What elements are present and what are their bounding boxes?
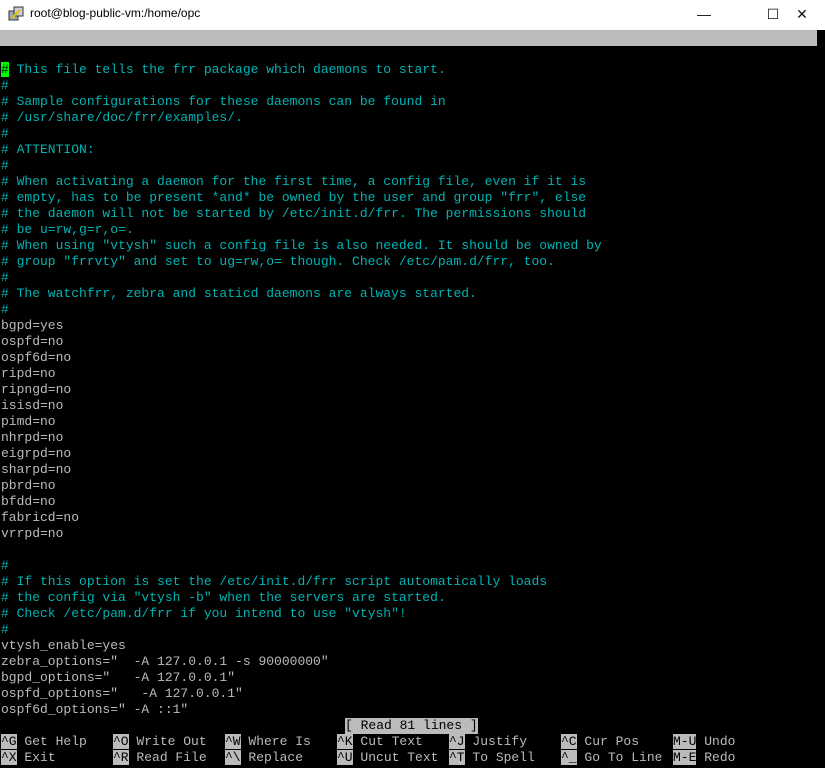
window-title: root@blog-public-vm:/home/opc [30,6,201,20]
shortcut-cut-text[interactable]: ^K Cut Text [337,734,423,750]
config-line: ospfd_options=" -A 127.0.0.1" [1,686,243,701]
shortcut-key: ^J [449,734,465,749]
comment-line: # This file tells the frr package which … [1,62,602,78]
shortcut-key: ^R [113,750,129,765]
nano-version: GNU nano 2.9.8 [17,46,127,61]
shortcut-label: Go To Line [584,750,663,765]
shortcut-label: Get Help [24,734,87,749]
config-line: vtysh_enable=yes [1,638,126,653]
comment-line: # [1,558,9,573]
config-line: bfdd=no [1,494,56,509]
shortcut-read-file[interactable]: ^R Read File [113,750,207,766]
shortcut-label: Redo [704,750,736,765]
shortcut-label: Read File [136,750,207,765]
text-cursor: # [1,62,9,77]
config-line: nhrpd=no [1,430,64,445]
config-line: ripd=no [1,366,56,381]
comment-line: # If this option is set the /etc/init.d/… [1,574,548,589]
line-text: This file tells the frr package which da… [8,62,446,77]
shortcut-key: ^\ [225,750,241,765]
shortcut-where-is[interactable]: ^W Where Is [225,734,311,750]
shortcut-label: Cur Pos [584,734,640,749]
comment-line: # The watchfrr, zebra and staticd daemon… [1,286,477,301]
nano-header: GNU nano 2.9.8 /etc/frr/daemons [0,30,817,77]
shortcut-label: Where Is [248,734,311,749]
editor-buffer[interactable]: # This file tells the frr package which … [1,62,602,718]
shortcut-label: To Spell [472,750,535,765]
shortcut-uncut-text[interactable]: ^U Uncut Text [337,750,438,766]
putty-icon [8,6,24,21]
config-line: bgpd=yes [1,318,64,333]
shortcut-key: ^K [337,734,353,749]
status-message: [ Read 81 lines ] [345,718,478,734]
comment-line: # Sample configurations for these daemon… [1,94,446,109]
shortcut-label: Replace [248,750,304,765]
comment-line: # ATTENTION: [1,142,95,157]
comment-line: # When activating a daemon for the first… [1,174,587,189]
shortcut-key: ^G [1,734,17,749]
shortcut-justify[interactable]: ^J Justify [449,734,527,750]
comment-line: # [1,78,9,93]
config-line: ospf6d_options=" -A ::1" [1,702,189,717]
config-line: fabricd=no [1,510,80,525]
shortcut-label: Cut Text [360,734,423,749]
shortcut-key: ^U [337,750,353,765]
comment-line: # be u=rw,g=r,o=. [1,222,134,237]
comment-line: # the config via "vtysh -b" when the ser… [1,590,446,605]
window-titlebar: root@blog-public-vm:/home/opc — ☐ ✕ [0,0,825,30]
shortcut-key: ^_ [561,750,577,765]
shortcut-exit[interactable]: ^X Exit [1,750,56,766]
close-button[interactable]: ✕ [779,0,825,30]
config-line: isisd=no [1,398,64,413]
comment-line: # the daemon will not be started by /etc… [1,206,587,221]
config-line: sharpd=no [1,462,72,477]
shortcut-redo[interactable]: M-E Redo [673,750,735,766]
shortcut-label: Uncut Text [360,750,439,765]
config-line: zebra_options=" -A 127.0.0.1 -s 90000000… [1,654,329,669]
shortcut-key: ^W [225,734,241,749]
shortcut-key: ^O [113,734,129,749]
comment-line: # [1,270,9,285]
shortcut-label: Exit [24,750,56,765]
shortcut-write-out[interactable]: ^O Write Out [113,734,207,750]
shortcut-key: M-U [673,734,697,749]
shortcut-get-help[interactable]: ^G Get Help [1,734,87,750]
comment-line: # Check /etc/pam.d/frr if you intend to … [1,606,407,621]
shortcut-key: ^C [561,734,577,749]
config-line: vrrpd=no [1,526,64,541]
config-line: ospfd=no [1,334,64,349]
config-line [1,542,602,558]
config-line: bgpd_options=" -A 127.0.0.1" [1,670,236,685]
comment-line: # group "frrvty" and set to ug=rw,o= tho… [1,254,555,269]
comment-line: # [1,302,9,317]
config-line: ripngd=no [1,382,72,397]
shortcut-to-spell[interactable]: ^T To Spell [449,750,535,766]
comment-line: # When using "vtysh" such a config file … [1,238,602,253]
comment-line: # empty, has to be present *and* be owne… [1,190,587,205]
shortcut-label: Undo [704,734,736,749]
minimize-button[interactable]: — [681,0,727,30]
shortcut-key: ^T [449,750,465,765]
shortcut-key: ^X [1,750,17,765]
shortcut-label: Justify [472,734,528,749]
shortcut-key: M-E [673,750,697,765]
config-line: pimd=no [1,414,56,429]
shortcut-go-to-line[interactable]: ^_ Go To Line [561,750,662,766]
comment-line: # [1,158,9,173]
shortcut-cur-pos[interactable]: ^C Cur Pos [561,734,639,750]
shortcut-replace[interactable]: ^\ Replace [225,750,303,766]
comment-line: # [1,622,9,637]
shortcut-label: Write Out [136,734,207,749]
comment-line: # [1,126,9,141]
config-line: eigrpd=no [1,446,72,461]
shortcut-undo[interactable]: M-U Undo [673,734,735,750]
terminal[interactable]: GNU nano 2.9.8 /etc/frr/daemons # This f… [0,30,825,768]
config-line: pbrd=no [1,478,56,493]
comment-line: # /usr/share/doc/frr/examples/. [1,110,243,125]
config-line: ospf6d=no [1,350,72,365]
